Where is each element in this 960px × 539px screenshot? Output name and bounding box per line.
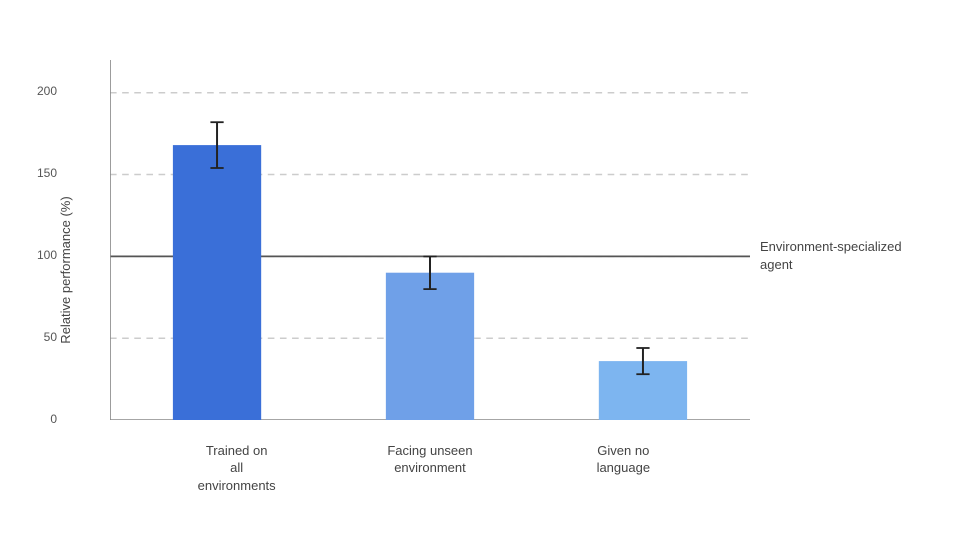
y-tick-0: 0 [50, 412, 57, 426]
bar-facing-unseen [386, 272, 474, 419]
chart-wrapper: Relative performance (%) [50, 40, 910, 500]
x-label-given-no-language: Given nolanguage [578, 442, 668, 495]
chart-svg [110, 60, 750, 420]
x-axis-labels: Trained onall environments Facing unseen… [110, 442, 750, 495]
y-tick-100: 100 [37, 248, 57, 262]
chart-area: 200 150 100 50 0 Environment-specialized… [110, 60, 750, 420]
x-label-trained-all: Trained onall environments [192, 442, 282, 495]
bar-trained-all [173, 145, 261, 420]
y-axis-label: Relative performance (%) [58, 196, 73, 343]
y-tick-50: 50 [44, 330, 57, 344]
x-label-facing-unseen: Facing unseenenvironment [385, 442, 475, 495]
y-tick-200: 200 [37, 84, 57, 98]
y-tick-150: 150 [37, 166, 57, 180]
baseline-label: Environment-specialized agent [760, 238, 905, 274]
